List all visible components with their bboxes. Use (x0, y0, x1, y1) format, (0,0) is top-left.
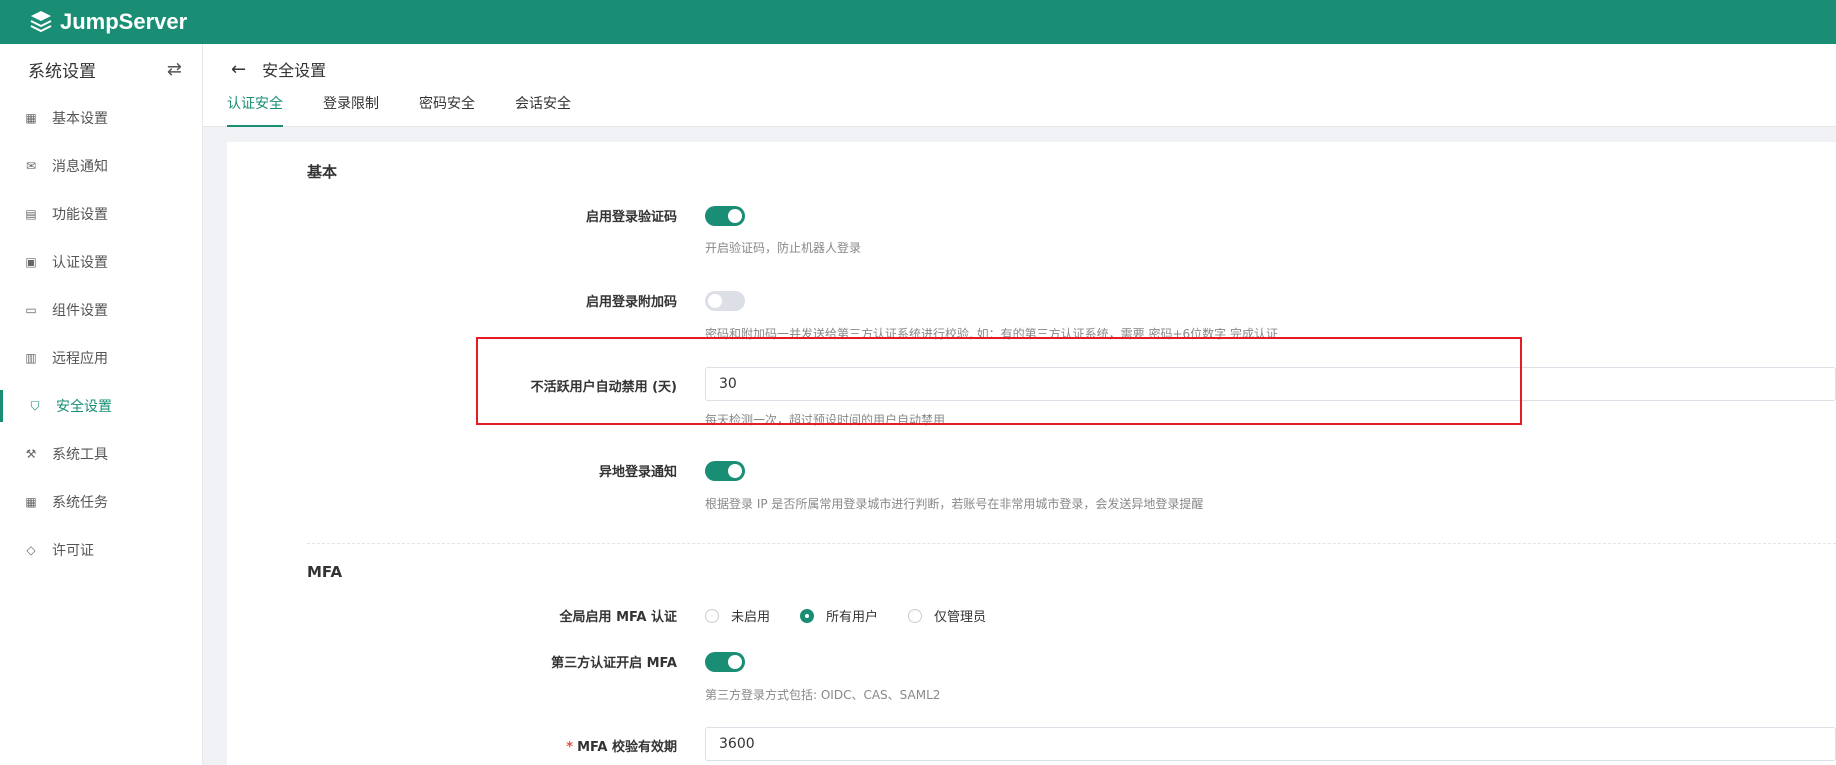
section-divider (307, 543, 1836, 544)
sidebar-item-label: 远程应用 (52, 351, 108, 367)
apps-icon: ▥ (25, 351, 37, 365)
sidebar-item-label: 系统任务 (52, 495, 108, 511)
sidebar-item-basic[interactable]: ▦ 基本设置 (0, 94, 202, 142)
global-mfa-label: 全局启用 MFA 认证 (559, 610, 677, 625)
id-card-icon: ▣ (25, 255, 37, 269)
captcha-help: 开启验证码，防止机器人登录 (705, 241, 862, 255)
global-mfa-radio-group: 未启用 所有用户 仅管理员 (705, 606, 1016, 625)
remote-login-notice-help: 根据登录 IP 是否所属常用登录城市进行判断，若账号在非常用城市登录，会发送异地… (705, 497, 1204, 511)
sidebar-item-label: 系统工具 (52, 447, 108, 463)
sidebar-item-tasks[interactable]: ▦ 系统任务 (0, 478, 202, 526)
third-party-mfa-toggle[interactable] (705, 652, 745, 672)
jumpserver-logo[interactable]: JumpServer (28, 9, 187, 35)
radio-label: 仅管理员 (934, 610, 987, 625)
radio-mfa-all-users[interactable]: 所有用户 (800, 606, 878, 625)
remote-login-notice-label: 异地登录通知 (598, 465, 677, 480)
grid-icon: ▦ (25, 111, 37, 125)
settings-form: 基本 启用登录验证码 开启验证码，防止机器人登录 启用登录附加码 密码和附加码一… (227, 142, 1836, 765)
sidebar-item-auth[interactable]: ▣ 认证设置 (0, 238, 202, 286)
swap-icon[interactable]: ⇄ (167, 59, 182, 80)
mfa-ttl-label: * MFA 校验有效期 (227, 736, 677, 755)
mfa-ttl-label-text: MFA 校验有效期 (577, 740, 677, 755)
sidebar-item-label: 组件设置 (52, 303, 108, 319)
mfa-ttl-input[interactable]: 3600 (705, 727, 1836, 761)
tab-session-security[interactable]: 会话安全 (515, 94, 571, 127)
logo-icon (30, 11, 52, 33)
top-bar: JumpServer (0, 0, 1836, 44)
section-title-mfa: MFA (307, 563, 343, 581)
radio-mfa-disabled[interactable]: 未启用 (705, 606, 770, 625)
section-title-basic: 基本 (307, 163, 338, 181)
back-arrow-icon[interactable]: ← (231, 59, 246, 80)
third-party-mfa-label: 第三方认证开启 MFA (551, 656, 677, 671)
message-icon: ✉ (25, 159, 37, 173)
sidebar-item-security[interactable]: ⛉ 安全设置 (0, 382, 202, 430)
page-header: ← 安全设置 认证安全 登录限制 密码安全 会话安全 (203, 44, 1836, 127)
remote-login-notice-toggle[interactable] (705, 461, 745, 481)
sidebar-item-label: 许可证 (52, 543, 94, 559)
sidebar-item-components[interactable]: ▭ 组件设置 (0, 286, 202, 334)
extra-code-label: 启用登录附加码 (585, 295, 677, 310)
sidebar-item-license[interactable]: ◇ 许可证 (0, 526, 202, 574)
page-title-bar: ← 安全设置 (203, 44, 1836, 94)
radio-dot (800, 608, 815, 623)
captcha-toggle[interactable] (705, 206, 745, 226)
sidebar: 系统设置 ⇄ ▦ 基本设置 ✉ 消息通知 ▤ 功能设置 ▣ 认证设置 ▭ 组件设置 ▥ 远程… (0, 44, 203, 765)
tab-bar: 认证安全 登录限制 密码安全 会话安全 (203, 94, 1836, 127)
sidebar-item-tools[interactable]: ⚒ 系统工具 (0, 430, 202, 478)
tab-login-limit[interactable]: 登录限制 (323, 94, 379, 127)
highlight-box (476, 337, 1522, 425)
sidebar-item-features[interactable]: ▤ 功能设置 (0, 190, 202, 238)
captcha-label: 启用登录验证码 (585, 210, 677, 225)
sidebar-item-messages[interactable]: ✉ 消息通知 (0, 142, 202, 190)
radio-dot (705, 608, 719, 623)
radio-mfa-admins-only[interactable]: 仅管理员 (908, 606, 986, 625)
sidebar-title: 系统设置 (28, 61, 96, 82)
sidebar-header: 系统设置 ⇄ (0, 44, 202, 94)
diamond-icon: ◇ (26, 543, 36, 557)
app-name: JumpServer (60, 9, 188, 34)
required-mark: * (566, 740, 574, 755)
sidebar-item-label: 认证设置 (52, 255, 108, 271)
radio-label: 未启用 (731, 610, 771, 625)
tools-icon: ⚒ (25, 447, 37, 461)
feature-icon: ▤ (25, 207, 37, 221)
extra-code-toggle[interactable] (705, 291, 745, 311)
shield-icon: ⛉ (30, 399, 40, 413)
radio-dot (908, 608, 923, 623)
sidebar-item-label: 安全设置 (56, 399, 112, 415)
monitor-icon: ▭ (25, 303, 37, 317)
third-party-mfa-help: 第三方登录方式包括: OIDC、CAS、SAML2 (705, 688, 941, 702)
sidebar-item-label: 功能设置 (52, 207, 108, 223)
calendar-icon: ▦ (25, 495, 37, 509)
sidebar-item-label: 消息通知 (52, 159, 108, 175)
sidebar-item-remote-apps[interactable]: ▥ 远程应用 (0, 334, 202, 382)
sidebar-item-label: 基本设置 (52, 111, 108, 127)
tab-password-security[interactable]: 密码安全 (419, 94, 475, 127)
radio-label: 所有用户 (826, 610, 879, 625)
tab-auth-security[interactable]: 认证安全 (227, 94, 283, 127)
page-title: 安全设置 (262, 61, 327, 80)
